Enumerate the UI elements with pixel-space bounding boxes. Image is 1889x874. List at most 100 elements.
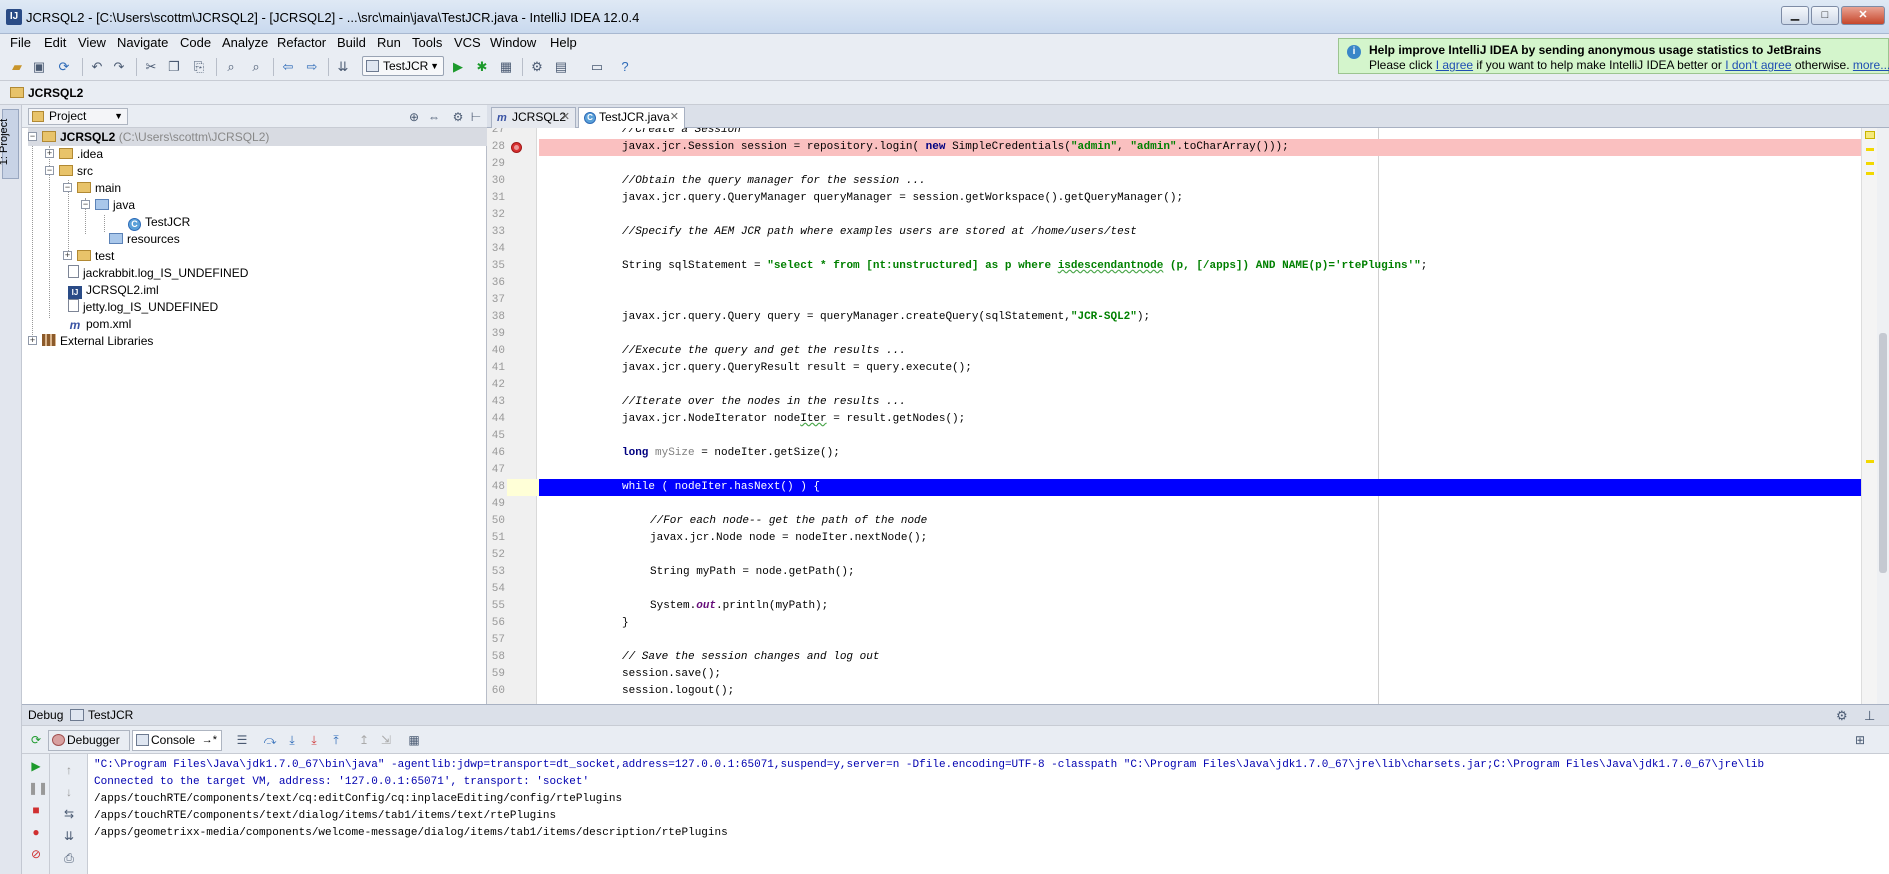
menu-navigate[interactable]: Navigate: [117, 34, 168, 52]
stop-icon[interactable]: ■: [28, 802, 44, 818]
menu-build[interactable]: Build: [337, 34, 366, 52]
collapse-all-icon[interactable]: ⇔: [426, 109, 442, 125]
code-editor[interactable]: 27//Create a Session 28 javax.jcr.Session…: [487, 128, 1861, 704]
editor-scrollbar[interactable]: [1877, 128, 1889, 704]
tab-jcrsql2[interactable]: m JCRSQL2 ✕: [491, 107, 576, 128]
view-breakpoints-icon[interactable]: ●: [28, 824, 44, 840]
forward-icon[interactable]: ⇨: [303, 58, 321, 76]
code-line: 51 javax.jcr.Node node = nodeIter.nextNod…: [491, 532, 928, 544]
debug-session-tab[interactable]: TestJCR: [68, 708, 133, 722]
close-window-button[interactable]: ✕: [1841, 6, 1885, 25]
project-tool-window-tab[interactable]: 1: Project: [0, 109, 19, 179]
make-icon[interactable]: ⇊: [334, 58, 352, 76]
tree-item-testjcr[interactable]: C TestJCR: [128, 213, 190, 231]
help-icon[interactable]: ?: [616, 58, 634, 76]
error-stripe[interactable]: [1861, 128, 1877, 704]
console-output[interactable]: "C:\Program Files\Java\jdk1.7.0_67\bin\j…: [88, 754, 1889, 874]
title-bar: IJ JCRSQL2 - [C:\Users\scottm\JCRSQL2] -…: [0, 0, 1889, 34]
source-folder-icon: [95, 199, 109, 210]
redo-icon[interactable]: ↷: [110, 58, 128, 76]
step-out-icon[interactable]: ⤒: [328, 732, 344, 748]
resume-icon[interactable]: ▶: [28, 758, 44, 774]
mute-breakpoints-icon[interactable]: ⊘: [28, 846, 44, 862]
menu-refactor[interactable]: Refactor: [277, 34, 326, 52]
menu-analyze[interactable]: Analyze: [222, 34, 268, 52]
step-over-icon[interactable]: ⤼: [262, 732, 278, 748]
sdk-icon[interactable]: ▭: [588, 58, 606, 76]
copy-icon[interactable]: ❐: [165, 58, 183, 76]
gear-icon[interactable]: ⚙: [450, 109, 466, 125]
code-line: 52: [491, 549, 505, 561]
project-view-selector[interactable]: Project ▼: [28, 108, 128, 125]
down-arrow-icon[interactable]: ↓: [61, 784, 77, 800]
rerun-icon[interactable]: ⟳: [28, 732, 44, 748]
drop-frame-icon[interactable]: ↥: [356, 732, 372, 748]
up-arrow-icon[interactable]: ↑: [61, 762, 77, 778]
menu-help[interactable]: Help: [550, 34, 577, 52]
tab-console[interactable]: Console →*: [132, 730, 222, 751]
save-icon[interactable]: ▣: [30, 58, 48, 76]
tree-item-pom[interactable]: m pom.xml: [68, 315, 132, 333]
menu-run[interactable]: Run: [377, 34, 401, 52]
run-to-cursor-icon[interactable]: ⇲: [378, 732, 394, 748]
menu-view[interactable]: View: [78, 34, 106, 52]
menu-file[interactable]: File: [10, 34, 31, 52]
back-icon[interactable]: ⇦: [279, 58, 297, 76]
run-configuration-select[interactable]: TestJCR ▼: [362, 56, 444, 76]
minimize-button[interactable]: ▁: [1781, 6, 1809, 25]
tree-item-resources[interactable]: resources: [109, 230, 180, 248]
scrollbar-thumb[interactable]: [1879, 333, 1887, 573]
soft-wrap-icon[interactable]: ⇆: [61, 806, 77, 822]
paste-icon[interactable]: ⎘: [190, 58, 208, 76]
hide-panel-icon[interactable]: ⊢: [468, 109, 484, 125]
replace-icon[interactable]: ⌕: [247, 58, 265, 76]
open-folder-icon[interactable]: ▰: [8, 58, 26, 76]
agree-link[interactable]: I agree: [1436, 58, 1473, 72]
print-icon[interactable]: ⎙: [61, 850, 77, 866]
tree-item-jetty-log[interactable]: jetty.log_IS_UNDEFINED: [68, 298, 218, 316]
undo-icon[interactable]: ↶: [88, 58, 106, 76]
disagree-link[interactable]: I don't agree: [1725, 58, 1791, 72]
tree-root-jcrsql2[interactable]: − JCRSQL2 (C:\Users\scottm\JCRSQL2): [28, 128, 487, 146]
evaluate-expression-icon[interactable]: ▦: [406, 732, 422, 748]
project-panel-header: Project ▼ ⊕ ⇔ ⚙ ⊢: [22, 105, 487, 128]
scroll-from-source-icon[interactable]: ⊕: [406, 109, 422, 125]
debug-toolbar: ⟳ Debugger Console →* ☰ ⤼ ⤓ ⤓ ⤒ ↥ ⇲ ▦ ⊞: [22, 726, 1889, 754]
hide-panel-icon[interactable]: ⊥: [1864, 708, 1875, 724]
project-structure-icon[interactable]: ▤: [552, 58, 570, 76]
pause-icon[interactable]: ❚❚: [28, 780, 48, 796]
run-icon[interactable]: ▶: [449, 58, 467, 76]
menu-code[interactable]: Code: [180, 34, 211, 52]
navigation-bar: JCRSQL2: [0, 81, 1889, 105]
sync-icon[interactable]: ⟳: [55, 58, 73, 76]
menu-window[interactable]: Window: [490, 34, 536, 52]
step-into-icon[interactable]: ⤓: [284, 732, 300, 748]
tree-item-jackrabbit-log[interactable]: jackrabbit.log_IS_UNDEFINED: [68, 264, 248, 282]
close-tab-icon[interactable]: ✕: [561, 108, 570, 127]
close-tab-icon[interactable]: ✕: [670, 108, 679, 127]
settings-icon[interactable]: ⚙: [528, 58, 546, 76]
maximize-button[interactable]: □: [1811, 6, 1839, 25]
show-execution-point-icon[interactable]: ☰: [234, 732, 250, 748]
tab-debugger[interactable]: Debugger: [48, 730, 130, 751]
menu-tools[interactable]: Tools: [412, 34, 442, 52]
find-icon[interactable]: ⌕: [222, 58, 240, 76]
code-line: 42: [491, 379, 505, 391]
project-icon: [32, 111, 44, 122]
tab-testjcr-java[interactable]: C TestJCR.java ✕: [578, 107, 685, 128]
tree-item-iml[interactable]: IJ JCRSQL2.iml: [68, 281, 159, 299]
menu-edit[interactable]: Edit: [44, 34, 66, 52]
breadcrumb[interactable]: JCRSQL2: [10, 85, 83, 101]
resources-folder-icon: [109, 233, 123, 244]
cut-icon[interactable]: ✂: [142, 58, 160, 76]
breakpoint-icon[interactable]: [511, 142, 522, 153]
menu-vcs[interactable]: VCS: [454, 34, 481, 52]
coverage-icon[interactable]: ▦: [497, 58, 515, 76]
code-line: 49: [491, 498, 505, 510]
restore-layout-icon[interactable]: ⊞: [1852, 732, 1868, 748]
gear-icon[interactable]: ⚙: [1836, 708, 1848, 724]
more-link[interactable]: more...: [1853, 58, 1889, 72]
force-step-into-icon[interactable]: ⤓: [306, 732, 322, 748]
scroll-to-end-icon[interactable]: ⇊: [61, 828, 77, 844]
debug-icon[interactable]: ✱: [473, 58, 491, 76]
